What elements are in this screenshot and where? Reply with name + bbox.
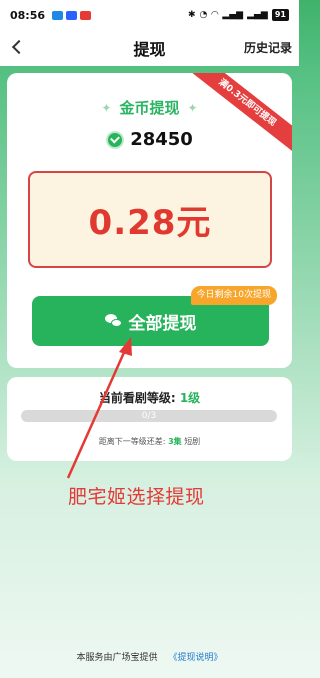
next-level-label: 距离下一等级还差: [98,437,166,446]
annotation-text: 肥宅姬选择提现 [68,486,205,508]
page-title: 提现 [133,40,166,59]
level-progress-bar: 0/3 [21,410,277,422]
level-label: 当前看剧等级: [98,391,176,405]
status-time: 08:56 [10,8,46,22]
status-right: ✱ ◔ ◠ ▂▄▆ ▂▄▆ 91 [188,9,289,21]
coin-balance: 28450 [130,129,193,150]
remaining-count-tag: 今日剩余10次提现 [190,286,277,305]
cloud-app-icon [66,10,78,20]
level-progress-text: 0/3 [141,411,157,421]
level-row: 当前看剧等级: 1级 [7,389,292,406]
nav-bar: 提现 历史记录 [0,30,299,66]
bluetooth-icon: ✱ [188,10,196,20]
video-app-icon [80,10,92,20]
chevron-left-icon [11,39,27,55]
signal-icon: ▂▄▆ [222,10,244,20]
history-link[interactable]: 历史记录 [244,39,292,56]
wechat-icon [104,314,123,328]
withdraw-amount-box: 0.28元 [28,171,272,268]
wifi-icon: ◠ [211,10,219,20]
footer-text: 本服务由广场宝提供 [76,653,158,663]
coin-balance-row: 28450 [7,129,292,150]
level-value: 1级 [179,391,201,405]
chat-app-icon [52,10,64,20]
status-bar: 08:56 ✱ ◔ ◠ ▂▄▆ ▂▄▆ 91 [0,0,299,30]
coin-icon [106,130,125,149]
level-card: 当前看剧等级: 1级 0/3 距离下一等级还差: 3集 短剧 [7,377,292,461]
alarm-icon: ◔ [199,10,208,20]
withdraw-instructions-link[interactable]: 《提现说明》 [168,653,222,663]
next-level-row: 距离下一等级还差: 3集 短剧 [7,436,292,447]
withdraw-amount: 0.28元 [88,203,212,243]
signal-2-icon: ▂▄▆ [247,10,268,20]
withdraw-all-label: 全部提现 [128,313,197,334]
next-level-value: 3集 [168,437,182,446]
back-button[interactable] [8,36,30,58]
coin-withdraw-title: 金币提现 [119,99,180,117]
sparkle-left-icon: ✦ [101,100,112,115]
battery-icon: 91 [271,9,289,21]
notification-icons [52,10,92,20]
next-level-suffix: 短剧 [184,437,201,446]
status-left: 08:56 [10,8,92,22]
sparkle-right-icon: ✦ [187,100,198,115]
withdraw-card: 满0.3元即可提现 ✦ 金币提现 ✦ 28450 0.28元 全部提现 今日剩余… [7,73,292,368]
coin-title-row: ✦ 金币提现 ✦ [7,97,292,118]
footer: 本服务由广场宝提供 《提现说明》 [0,650,299,663]
